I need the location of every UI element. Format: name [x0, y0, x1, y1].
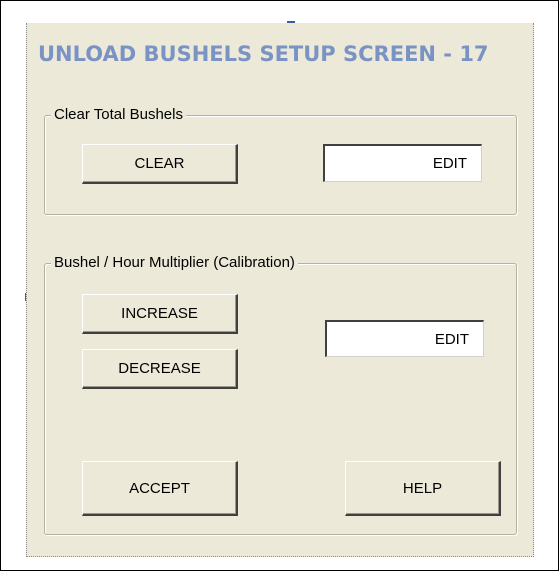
increase-button[interactable]: INCREASE [82, 294, 238, 334]
setup-dialog: UNLOAD BUSHELS SETUP SCREEN - 17 Clear T… [26, 23, 534, 557]
total-bushels-edit-field[interactable]: EDIT [323, 144, 482, 182]
decrease-button[interactable]: DECREASE [82, 349, 238, 389]
help-button[interactable]: HELP [345, 461, 501, 516]
screenshot-frame: UNLOAD BUSHELS SETUP SCREEN - 17 Clear T… [0, 0, 559, 571]
dialog-title: UNLOAD BUSHELS SETUP SCREEN - 17 [38, 42, 489, 66]
multiplier-edit-field[interactable]: EDIT [325, 320, 484, 357]
clear-button[interactable]: CLEAR [82, 144, 238, 184]
clear-group-legend: Clear Total Bushels [51, 106, 186, 123]
calibration-group-legend: Bushel / Hour Multiplier (Calibration) [51, 254, 298, 271]
accept-button[interactable]: ACCEPT [82, 461, 238, 516]
